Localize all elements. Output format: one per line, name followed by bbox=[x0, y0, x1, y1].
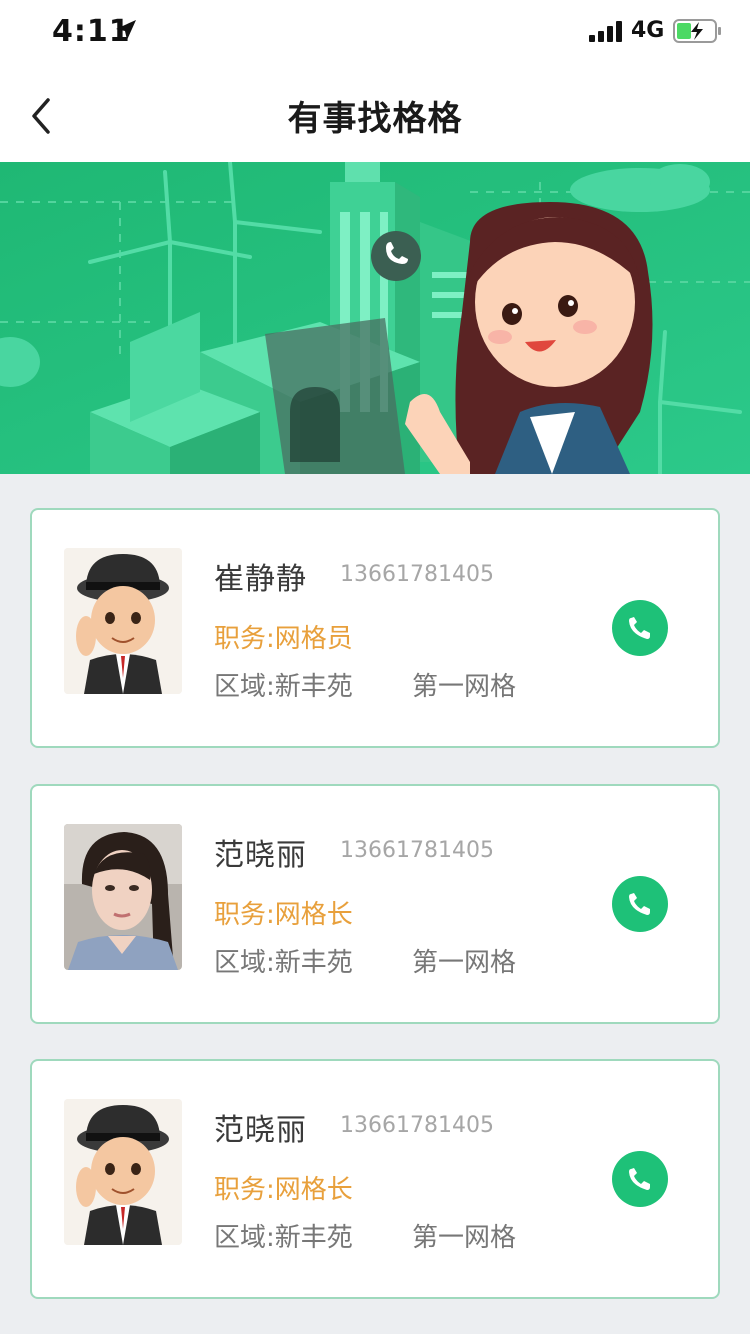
contact-grid: 第一网格 bbox=[412, 1223, 517, 1253]
contact-duty: 职务:网格长 bbox=[214, 1175, 353, 1205]
avatar bbox=[64, 824, 182, 970]
battery-charging-icon bbox=[673, 19, 721, 43]
contact-area: 区域:新丰苑 bbox=[214, 1223, 353, 1253]
contact-name: 范晓丽 bbox=[214, 838, 307, 873]
woman-photo-avatar bbox=[64, 824, 182, 970]
contact-card: 范晓丽 13661781405 职务:网格长 区域:新丰苑 第一网格 bbox=[30, 784, 720, 1024]
contact-duty: 职务:网格长 bbox=[214, 900, 353, 930]
contact-card: 范晓丽 13661781405 职务:网格长 区域:新丰苑 第一网格 bbox=[30, 1059, 720, 1299]
navigation-bar: 有事找格格 bbox=[0, 64, 750, 162]
contact-card: 崔静静 13661781405 职务:网格员 区域:新丰苑 第一网格 bbox=[30, 508, 720, 748]
phone-icon bbox=[629, 1168, 650, 1190]
contact-phone: 13661781405 bbox=[340, 1113, 494, 1138]
cellular-signal-icon bbox=[589, 20, 623, 42]
location-arrow-icon bbox=[116, 20, 136, 40]
phone-icon bbox=[629, 893, 650, 915]
contact-area: 区域:新丰苑 bbox=[214, 672, 353, 702]
cartoon-officer-avatar bbox=[64, 548, 182, 694]
contact-name: 范晓丽 bbox=[214, 1113, 307, 1148]
call-button[interactable] bbox=[612, 1151, 668, 1207]
contact-grid: 第一网格 bbox=[412, 672, 517, 702]
phone-icon bbox=[629, 617, 650, 639]
page-title: 有事找格格 bbox=[287, 99, 463, 139]
contact-duty: 职务:网格员 bbox=[214, 624, 353, 654]
avatar bbox=[64, 1099, 182, 1245]
contact-name: 崔静静 bbox=[214, 562, 307, 597]
contact-phone: 13661781405 bbox=[340, 562, 494, 587]
contact-phone: 13661781405 bbox=[340, 838, 494, 863]
banner-image bbox=[0, 162, 750, 474]
call-button[interactable] bbox=[612, 600, 668, 656]
avatar bbox=[64, 548, 182, 694]
banner-illustration bbox=[0, 162, 750, 474]
call-button[interactable] bbox=[612, 876, 668, 932]
contact-grid: 第一网格 bbox=[412, 948, 517, 978]
contact-area: 区域:新丰苑 bbox=[214, 948, 353, 978]
network-type: 4G bbox=[631, 18, 665, 43]
cartoon-officer-avatar bbox=[64, 1099, 182, 1245]
status-bar: 4:11 4G bbox=[0, 0, 750, 64]
